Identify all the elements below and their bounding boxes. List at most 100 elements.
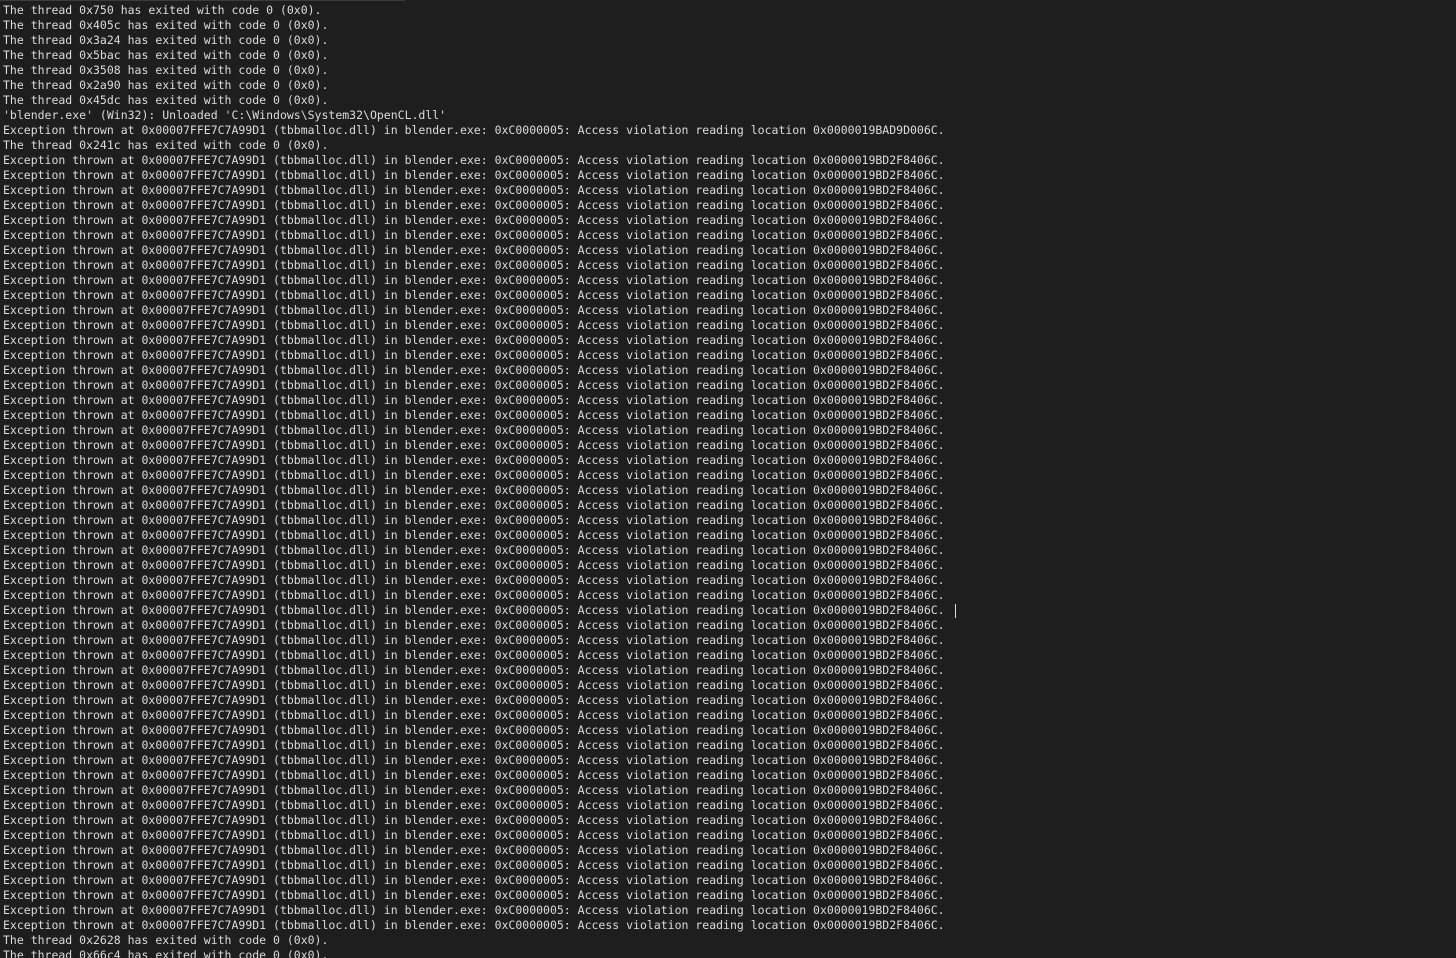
output-line: The thread 0x405c has exited with code 0…	[3, 18, 945, 33]
output-line-text: The thread 0x241c has exited with code 0…	[3, 138, 329, 152]
output-line: Exception thrown at 0x00007FFE7C7A99D1 (…	[3, 498, 945, 513]
output-line: Exception thrown at 0x00007FFE7C7A99D1 (…	[3, 213, 945, 228]
output-line: Exception thrown at 0x00007FFE7C7A99D1 (…	[3, 273, 945, 288]
output-line: Exception thrown at 0x00007FFE7C7A99D1 (…	[3, 903, 945, 918]
output-line-text: Exception thrown at 0x00007FFE7C7A99D1 (…	[3, 213, 945, 227]
output-line: Exception thrown at 0x00007FFE7C7A99D1 (…	[3, 573, 945, 588]
output-line: The thread 0x2628 has exited with code 0…	[3, 933, 945, 948]
output-line-text: Exception thrown at 0x00007FFE7C7A99D1 (…	[3, 903, 945, 917]
output-line: Exception thrown at 0x00007FFE7C7A99D1 (…	[3, 123, 945, 138]
output-line-text: Exception thrown at 0x00007FFE7C7A99D1 (…	[3, 483, 945, 497]
output-line: The thread 0x3508 has exited with code 0…	[3, 63, 945, 78]
output-line: Exception thrown at 0x00007FFE7C7A99D1 (…	[3, 753, 945, 768]
output-line-text: Exception thrown at 0x00007FFE7C7A99D1 (…	[3, 423, 945, 437]
output-line-text: Exception thrown at 0x00007FFE7C7A99D1 (…	[3, 633, 945, 647]
output-line-text: 'blender.exe' (Win32): Unloaded 'C:\Wind…	[3, 108, 447, 122]
output-line-text: Exception thrown at 0x00007FFE7C7A99D1 (…	[3, 768, 945, 782]
output-line: Exception thrown at 0x00007FFE7C7A99D1 (…	[3, 258, 945, 273]
output-line-text: Exception thrown at 0x00007FFE7C7A99D1 (…	[3, 273, 945, 287]
output-line-text: The thread 0x3a24 has exited with code 0…	[3, 33, 329, 47]
output-line-text: Exception thrown at 0x00007FFE7C7A99D1 (…	[3, 348, 945, 362]
output-line: Exception thrown at 0x00007FFE7C7A99D1 (…	[3, 843, 945, 858]
output-line: The thread 0x241c has exited with code 0…	[3, 138, 945, 153]
output-line-text: Exception thrown at 0x00007FFE7C7A99D1 (…	[3, 468, 945, 482]
output-line-text: Exception thrown at 0x00007FFE7C7A99D1 (…	[3, 258, 945, 272]
output-line: Exception thrown at 0x00007FFE7C7A99D1 (…	[3, 633, 945, 648]
output-line: Exception thrown at 0x00007FFE7C7A99D1 (…	[3, 183, 945, 198]
output-line: Exception thrown at 0x00007FFE7C7A99D1 (…	[3, 768, 945, 783]
output-line: Exception thrown at 0x00007FFE7C7A99D1 (…	[3, 603, 956, 618]
output-line: Exception thrown at 0x00007FFE7C7A99D1 (…	[3, 288, 945, 303]
output-line-text: Exception thrown at 0x00007FFE7C7A99D1 (…	[3, 588, 945, 602]
output-line-text: Exception thrown at 0x00007FFE7C7A99D1 (…	[3, 888, 945, 902]
output-line-text: Exception thrown at 0x00007FFE7C7A99D1 (…	[3, 228, 945, 242]
output-line-text: Exception thrown at 0x00007FFE7C7A99D1 (…	[3, 513, 945, 527]
output-line-text: Exception thrown at 0x00007FFE7C7A99D1 (…	[3, 243, 945, 257]
output-line-text: Exception thrown at 0x00007FFE7C7A99D1 (…	[3, 843, 945, 857]
output-line-text: Exception thrown at 0x00007FFE7C7A99D1 (…	[3, 918, 945, 932]
output-line: The thread 0x66c4 has exited with code 0…	[3, 948, 945, 958]
output-line-text: Exception thrown at 0x00007FFE7C7A99D1 (…	[3, 738, 945, 752]
output-line-text: Exception thrown at 0x00007FFE7C7A99D1 (…	[3, 573, 945, 587]
output-line: Exception thrown at 0x00007FFE7C7A99D1 (…	[3, 648, 945, 663]
output-line: Exception thrown at 0x00007FFE7C7A99D1 (…	[3, 483, 945, 498]
output-line-text: Exception thrown at 0x00007FFE7C7A99D1 (…	[3, 558, 945, 572]
output-line: Exception thrown at 0x00007FFE7C7A99D1 (…	[3, 168, 945, 183]
output-line: Exception thrown at 0x00007FFE7C7A99D1 (…	[3, 228, 945, 243]
text-cursor	[955, 604, 956, 618]
output-line-text: Exception thrown at 0x00007FFE7C7A99D1 (…	[3, 453, 945, 467]
output-line: Exception thrown at 0x00007FFE7C7A99D1 (…	[3, 708, 945, 723]
output-line-text: The thread 0x45dc has exited with code 0…	[3, 93, 329, 107]
output-line-text: The thread 0x405c has exited with code 0…	[3, 18, 329, 32]
output-line: Exception thrown at 0x00007FFE7C7A99D1 (…	[3, 438, 945, 453]
output-line: The thread 0x3a24 has exited with code 0…	[3, 33, 945, 48]
output-line-text: Exception thrown at 0x00007FFE7C7A99D1 (…	[3, 873, 945, 887]
output-line-text: Exception thrown at 0x00007FFE7C7A99D1 (…	[3, 198, 945, 212]
output-line-text: Exception thrown at 0x00007FFE7C7A99D1 (…	[3, 663, 945, 677]
output-line: Exception thrown at 0x00007FFE7C7A99D1 (…	[3, 873, 945, 888]
output-line: Exception thrown at 0x00007FFE7C7A99D1 (…	[3, 318, 945, 333]
output-line: Exception thrown at 0x00007FFE7C7A99D1 (…	[3, 738, 945, 753]
output-line: The thread 0x2a90 has exited with code 0…	[3, 78, 945, 93]
output-line: Exception thrown at 0x00007FFE7C7A99D1 (…	[3, 558, 945, 573]
output-line-text: Exception thrown at 0x00007FFE7C7A99D1 (…	[3, 693, 945, 707]
debug-output-pane[interactable]: The thread 0x750 has exited with code 0 …	[0, 0, 1456, 958]
output-text-area[interactable]: The thread 0x750 has exited with code 0 …	[3, 3, 956, 958]
output-line-text: Exception thrown at 0x00007FFE7C7A99D1 (…	[3, 303, 945, 317]
output-line: Exception thrown at 0x00007FFE7C7A99D1 (…	[3, 678, 945, 693]
output-line-text: Exception thrown at 0x00007FFE7C7A99D1 (…	[3, 168, 945, 182]
output-line: Exception thrown at 0x00007FFE7C7A99D1 (…	[3, 663, 945, 678]
output-line: Exception thrown at 0x00007FFE7C7A99D1 (…	[3, 348, 945, 363]
output-line-text: Exception thrown at 0x00007FFE7C7A99D1 (…	[3, 438, 945, 452]
output-line-text: Exception thrown at 0x00007FFE7C7A99D1 (…	[3, 333, 945, 347]
output-line: The thread 0x750 has exited with code 0 …	[3, 3, 945, 18]
output-line-text: Exception thrown at 0x00007FFE7C7A99D1 (…	[3, 363, 945, 377]
output-line-text: Exception thrown at 0x00007FFE7C7A99D1 (…	[3, 123, 945, 137]
output-line: The thread 0x5bac has exited with code 0…	[3, 48, 945, 63]
output-line-text: Exception thrown at 0x00007FFE7C7A99D1 (…	[3, 813, 945, 827]
output-line: Exception thrown at 0x00007FFE7C7A99D1 (…	[3, 813, 945, 828]
output-line-text: Exception thrown at 0x00007FFE7C7A99D1 (…	[3, 183, 945, 197]
output-line: Exception thrown at 0x00007FFE7C7A99D1 (…	[3, 153, 945, 168]
output-line: Exception thrown at 0x00007FFE7C7A99D1 (…	[3, 243, 945, 258]
output-line: Exception thrown at 0x00007FFE7C7A99D1 (…	[3, 783, 945, 798]
output-line-text: Exception thrown at 0x00007FFE7C7A99D1 (…	[3, 678, 945, 692]
output-line-text: Exception thrown at 0x00007FFE7C7A99D1 (…	[3, 798, 945, 812]
output-line-text: Exception thrown at 0x00007FFE7C7A99D1 (…	[3, 753, 945, 767]
output-line-text: Exception thrown at 0x00007FFE7C7A99D1 (…	[3, 858, 945, 872]
output-line: Exception thrown at 0x00007FFE7C7A99D1 (…	[3, 453, 945, 468]
output-line: Exception thrown at 0x00007FFE7C7A99D1 (…	[3, 423, 945, 438]
output-line: Exception thrown at 0x00007FFE7C7A99D1 (…	[3, 693, 945, 708]
output-line: Exception thrown at 0x00007FFE7C7A99D1 (…	[3, 618, 945, 633]
output-line-text: The thread 0x3508 has exited with code 0…	[3, 63, 329, 77]
output-line: Exception thrown at 0x00007FFE7C7A99D1 (…	[3, 468, 945, 483]
output-line: The thread 0x45dc has exited with code 0…	[3, 93, 945, 108]
output-line-text: Exception thrown at 0x00007FFE7C7A99D1 (…	[3, 378, 945, 392]
output-line-text: The thread 0x2a90 has exited with code 0…	[3, 78, 329, 92]
output-line-text: Exception thrown at 0x00007FFE7C7A99D1 (…	[3, 708, 945, 722]
output-line: Exception thrown at 0x00007FFE7C7A99D1 (…	[3, 513, 945, 528]
output-line: Exception thrown at 0x00007FFE7C7A99D1 (…	[3, 588, 945, 603]
output-line-text: Exception thrown at 0x00007FFE7C7A99D1 (…	[3, 618, 945, 632]
output-line-text: Exception thrown at 0x00007FFE7C7A99D1 (…	[3, 498, 945, 512]
output-line-text: Exception thrown at 0x00007FFE7C7A99D1 (…	[3, 528, 945, 542]
